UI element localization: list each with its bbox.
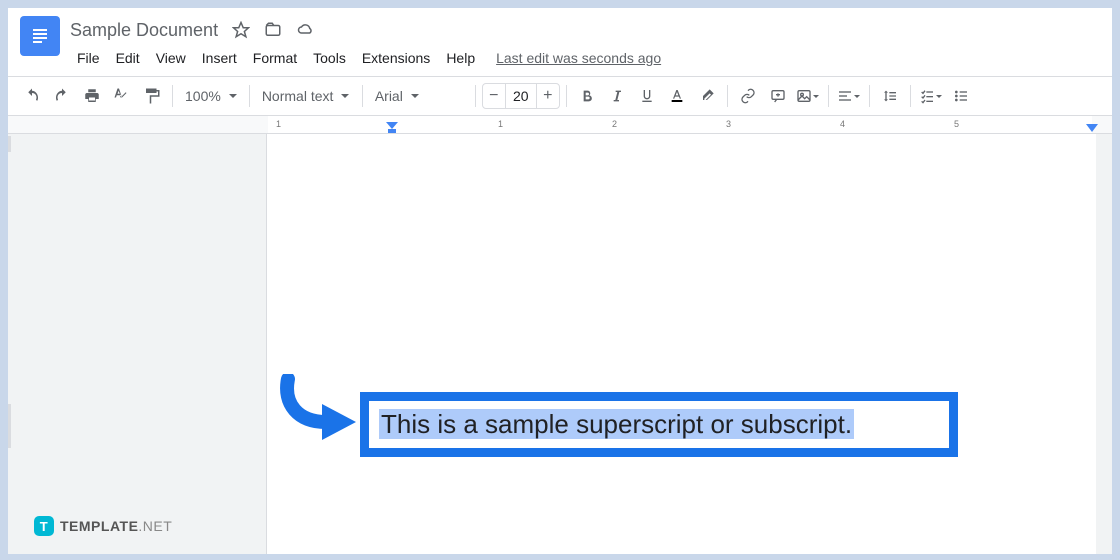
font-size-increase[interactable]: + (537, 87, 559, 105)
page[interactable] (266, 134, 1096, 554)
annotation-arrow-icon (278, 374, 358, 454)
print-icon[interactable] (78, 82, 106, 110)
italic-icon[interactable] (603, 82, 631, 110)
undo-icon[interactable] (18, 82, 46, 110)
caret-icon (411, 94, 419, 98)
comment-icon[interactable] (764, 82, 792, 110)
tab-marker[interactable] (1086, 124, 1098, 134)
font-value: Arial (375, 88, 403, 104)
menu-tools[interactable]: Tools (306, 46, 353, 70)
toolbar: 100% Normal text Arial − 20 + (8, 76, 1112, 116)
bold-icon[interactable] (573, 82, 601, 110)
caret-icon (229, 94, 237, 98)
canvas: This is a sample superscript or subscrip… (8, 134, 1112, 554)
watermark-icon: T (34, 516, 54, 536)
watermark-suffix: .NET (138, 518, 172, 534)
paint-format-icon[interactable] (138, 82, 166, 110)
star-icon[interactable] (232, 21, 250, 39)
highlight-icon[interactable] (693, 82, 721, 110)
indent-marker[interactable] (386, 122, 398, 134)
zoom-dropdown[interactable]: 100% (179, 82, 243, 110)
align-icon[interactable] (835, 82, 863, 110)
link-icon[interactable] (734, 82, 762, 110)
font-size-decrease[interactable]: − (483, 87, 505, 105)
bullet-list-icon[interactable] (947, 82, 975, 110)
document-text[interactable]: This is a sample superscript or subscrip… (379, 409, 854, 439)
menu-edit[interactable]: Edit (109, 46, 147, 70)
menu-format[interactable]: Format (246, 46, 304, 70)
ruler-tick: 1 (498, 119, 503, 129)
spellcheck-icon[interactable] (108, 82, 136, 110)
checklist-icon[interactable] (917, 82, 945, 110)
ruler-tick: 1 (276, 119, 281, 129)
watermark-brand: TEMPLATE (60, 518, 138, 534)
ruler-tick: 3 (726, 119, 731, 129)
menu-file[interactable]: File (70, 46, 107, 70)
font-size-input[interactable]: 20 (505, 84, 537, 108)
ruler[interactable]: 1 1 2 3 4 5 (8, 116, 1112, 134)
move-icon[interactable] (264, 21, 282, 39)
text-color-icon[interactable] (663, 82, 691, 110)
underline-icon[interactable] (633, 82, 661, 110)
ruler-tick: 2 (612, 119, 617, 129)
doc-title[interactable]: Sample Document (70, 20, 218, 41)
ruler-tick: 5 (954, 119, 959, 129)
menu-extensions[interactable]: Extensions (355, 46, 437, 70)
cloud-icon[interactable] (296, 21, 316, 39)
vertical-guide (8, 404, 11, 448)
docs-logo[interactable] (20, 16, 60, 56)
image-icon[interactable] (794, 82, 822, 110)
menu-insert[interactable]: Insert (195, 46, 244, 70)
style-value: Normal text (262, 88, 334, 104)
style-dropdown[interactable]: Normal text (256, 82, 356, 110)
menu-view[interactable]: View (149, 46, 193, 70)
annotation-box: This is a sample superscript or subscrip… (360, 392, 958, 457)
font-size-group: − 20 + (482, 83, 560, 109)
zoom-value: 100% (185, 88, 221, 104)
font-dropdown[interactable]: Arial (369, 82, 469, 110)
caret-icon (341, 94, 349, 98)
redo-icon[interactable] (48, 82, 76, 110)
menu-help[interactable]: Help (439, 46, 482, 70)
ruler-tick: 4 (840, 119, 845, 129)
watermark: T TEMPLATE.NET (34, 516, 172, 536)
line-spacing-icon[interactable] (876, 82, 904, 110)
last-edit-link[interactable]: Last edit was seconds ago (496, 50, 661, 66)
vertical-guide (8, 136, 11, 152)
